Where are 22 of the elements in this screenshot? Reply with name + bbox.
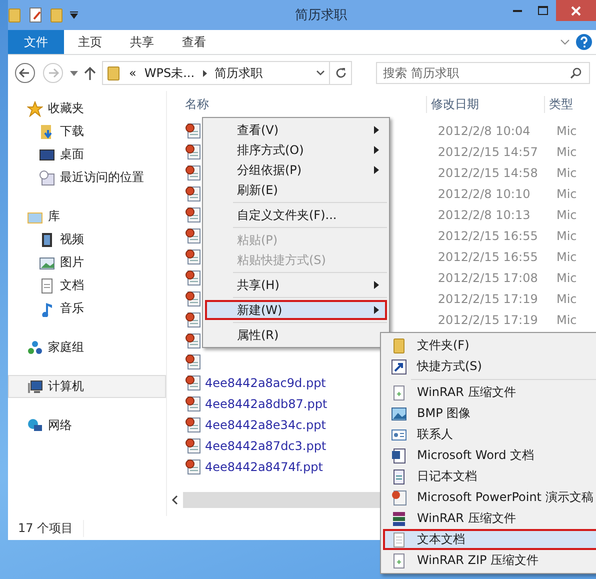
date-cell-text: 2012/2/15 16:55	[438, 228, 539, 242]
date-cell-text: 2012/2/8 10:10	[438, 186, 532, 200]
date-cell-text: 2012/2/15 17:19	[438, 292, 539, 306]
type-cell-text: Mic	[556, 144, 578, 158]
item-count: 17 个项目	[8, 520, 84, 536]
date-cell-text: 2012/2/15 17:19	[438, 312, 539, 326]
date-cell-text: 2012/2/15 16:55	[438, 250, 539, 264]
type-cell-text: Mic	[556, 228, 578, 242]
date-cell-text: 2012/2/8 10:04	[438, 124, 532, 138]
type-cell-text: Mic	[556, 166, 578, 180]
type-cell-text: Mic	[556, 250, 578, 264]
type-cell-text: Mic	[556, 208, 578, 222]
date-cell-text: 2012/2/15 17:08	[438, 270, 539, 284]
type-cell-text: Mic	[556, 270, 578, 284]
date-cell-text: 2012/2/15 14:57	[438, 144, 539, 158]
window-title: 简历求职	[294, 7, 348, 24]
type-cell-text: Mic	[556, 186, 578, 200]
type-cell-text: Mic	[556, 292, 578, 306]
date-cell-text: 2012/2/8 10:13	[438, 208, 532, 222]
type-cell-text: Mic	[556, 124, 578, 138]
type-cell-text: Mic	[556, 312, 578, 326]
date-cell-text: 2012/2/15 14:58	[438, 166, 539, 180]
